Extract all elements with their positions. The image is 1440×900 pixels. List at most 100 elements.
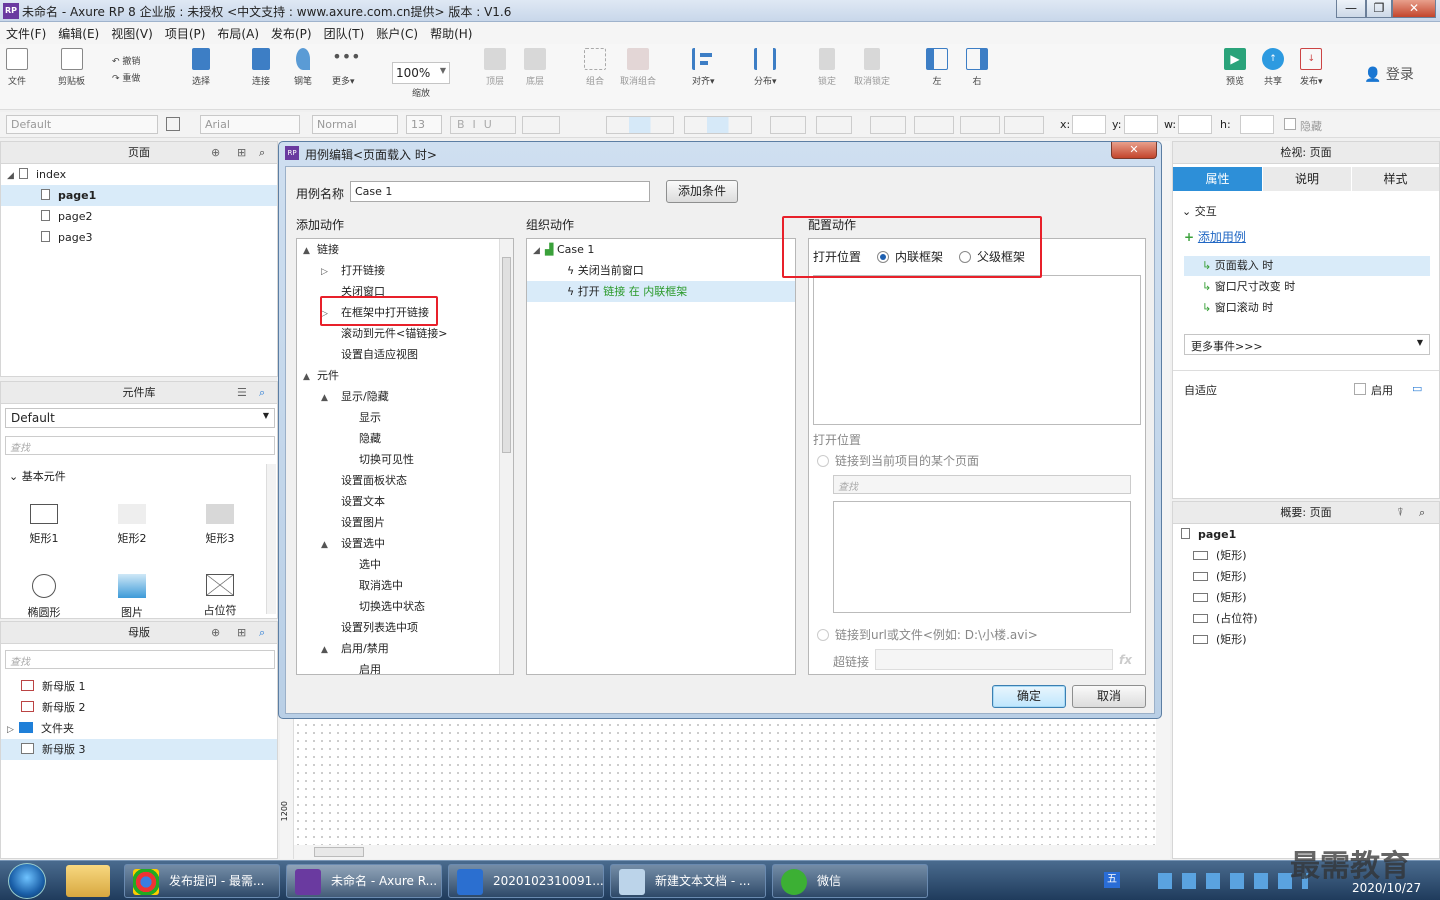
menu-publish[interactable]: 发布(P) [271, 25, 312, 42]
outline-item[interactable]: (矩形) [1173, 587, 1439, 608]
style-editor-icon[interactable] [166, 117, 180, 131]
menu-edit[interactable]: 编辑(E) [58, 25, 99, 42]
widget-ellipse[interactable]: 椭圆形 [14, 574, 74, 620]
page-tree-root[interactable]: ◢ index [1, 164, 277, 185]
vertical-align-buttons[interactable] [684, 116, 752, 134]
add-folder-icon[interactable]: ⊞ [237, 622, 246, 644]
tab-notes[interactable]: 说明 [1263, 167, 1351, 191]
action-item[interactable]: 隐藏 [297, 428, 513, 449]
action-item[interactable]: 设置图片 [297, 512, 513, 533]
case-node[interactable]: ◢ ▟ Case 1 [527, 239, 795, 260]
organized-action-close-window[interactable]: ϟ 关闭当前窗口 [527, 260, 795, 281]
ungroup-button[interactable]: 取消组合 [620, 48, 656, 87]
case-name-input[interactable]: Case 1 [350, 181, 650, 202]
widget-image[interactable]: 图片 [102, 574, 162, 620]
ok-button[interactable]: 确定 [992, 685, 1066, 708]
action-item[interactable]: ▲ 启用/禁用 [297, 638, 513, 659]
taskbar-item[interactable]: 新建文本文档 - ... [610, 864, 766, 898]
add-master-icon[interactable]: ⊕ [211, 622, 220, 644]
action-item[interactable]: 显示 [297, 407, 513, 428]
left-panel-button[interactable]: 左 [926, 48, 948, 87]
page-list[interactable] [833, 501, 1131, 613]
interaction-section[interactable]: ⌄ 交互 [1182, 203, 1217, 219]
basic-widgets-group[interactable]: ⌄ 基本元件 [9, 468, 66, 484]
canvas-horizontal-scrollbar[interactable] [294, 845, 1170, 859]
taskbar-item[interactable]: 2020102310091... [448, 864, 604, 898]
search-icon[interactable]: ⌕ [1419, 502, 1425, 524]
library-select[interactable]: Default ▼ [5, 408, 275, 428]
dialog-close-button[interactable]: ✕ [1111, 142, 1157, 159]
ime-icon[interactable]: 五 [1104, 872, 1120, 888]
action-item[interactable]: 设置自适应视图 [297, 344, 513, 365]
action-item[interactable]: ▲ 链接 [297, 239, 513, 260]
action-item[interactable]: ▲ 显示/隐藏 [297, 386, 513, 407]
unlock-button[interactable]: 取消锁定 [854, 48, 890, 87]
search-icon[interactable]: ⌕ [259, 622, 265, 644]
connect-tool[interactable]: 连接 [252, 48, 270, 87]
menu-view[interactable]: 视图(V) [111, 25, 153, 42]
add-case-link[interactable]: + 添加用例 [1184, 228, 1246, 245]
event-window-scroll[interactable]: ↳ 窗口滚动 时 [1184, 298, 1430, 318]
frame-list[interactable] [813, 275, 1141, 425]
outline-item[interactable]: (矩形) [1173, 566, 1439, 587]
menu-icon[interactable]: ☰ [237, 382, 247, 404]
page-item-page1[interactable]: page1 [1, 185, 277, 206]
page-search-input[interactable]: 查找 [833, 475, 1131, 494]
library-scrollbar[interactable] [266, 464, 276, 614]
masters-search-input[interactable]: 查找 [5, 650, 275, 669]
event-window-resize[interactable]: ↳ 窗口尺寸改变 时 [1184, 277, 1430, 297]
action-tree-scrollbar[interactable] [499, 239, 513, 674]
text-align-buttons[interactable] [606, 116, 674, 134]
master-item[interactable]: 新母版 3 [1, 739, 277, 760]
widget-rectangle2[interactable]: 矩形2 [102, 504, 162, 546]
event-page-load[interactable]: ↳ 页面载入 时 [1184, 256, 1430, 276]
action-item[interactable]: 设置列表选中项 [297, 617, 513, 638]
action-item[interactable]: 启用 [297, 659, 513, 674]
login-button[interactable]: 👤 登录 [1364, 64, 1414, 84]
menu-arrange[interactable]: 布局(A) [217, 25, 259, 42]
cancel-button[interactable]: 取消 [1072, 685, 1146, 708]
start-button[interactable] [8, 863, 46, 899]
font-select[interactable]: Arial [200, 115, 300, 134]
page-item-page3[interactable]: page3 [1, 227, 277, 248]
search-icon[interactable]: ⌕ [259, 142, 265, 164]
taskbar-item[interactable]: 未命名 - Axure R... [286, 864, 442, 898]
widget-placeholder[interactable]: 占位符 [190, 574, 250, 618]
organized-action-open-link-frame[interactable]: ϟ 打开 链接 在 内联框架 [527, 281, 795, 302]
text-style-buttons[interactable]: BIU [450, 116, 516, 134]
right-panel-button[interactable]: 右 [966, 48, 988, 87]
page-item-page2[interactable]: page2 [1, 206, 277, 227]
maximize-button[interactable]: ❐ [1366, 0, 1392, 18]
library-search-input[interactable]: 查找 [5, 436, 275, 455]
minimize-button[interactable]: — [1336, 0, 1366, 18]
widget-rectangle1[interactable]: 矩形1 [14, 504, 74, 546]
clipboard-tool[interactable]: 剪贴板 [58, 48, 85, 87]
y-input[interactable] [1124, 115, 1158, 134]
link-to-page-option[interactable]: 链接到当前项目的某个页面 [817, 452, 979, 469]
send-bottom-button[interactable]: 底层 [524, 48, 546, 87]
tab-properties[interactable]: 属性 [1173, 167, 1262, 191]
action-item[interactable]: 设置面板状态 [297, 470, 513, 491]
line-color-button[interactable] [870, 116, 906, 134]
more-tool[interactable]: ••• 更多▾ [332, 48, 361, 88]
action-item[interactable]: 滚动到元件<锚链接> [297, 323, 513, 344]
add-condition-button[interactable]: 添加条件 [666, 180, 738, 203]
explorer-icon[interactable] [66, 865, 110, 897]
menu-account[interactable]: 账户(C) [376, 25, 418, 42]
menu-file[interactable]: 文件(F) [6, 25, 46, 42]
arrow-style-button[interactable] [1004, 116, 1044, 134]
master-item[interactable]: 新母版 2 [1, 697, 277, 718]
w-input[interactable] [1178, 115, 1212, 134]
style-select[interactable]: Default [6, 115, 158, 134]
adaptive-settings-icon[interactable]: ▭ [1412, 382, 1422, 395]
x-input[interactable] [1072, 115, 1106, 134]
action-item[interactable]: ▷ 打开链接 [297, 260, 513, 281]
hide-checkbox[interactable] [1284, 118, 1296, 130]
shadow-button[interactable] [816, 116, 852, 134]
h-input[interactable] [1240, 115, 1274, 134]
more-events-select[interactable]: 更多事件>>> ▼ [1184, 334, 1430, 355]
action-item[interactable]: 切换可见性 [297, 449, 513, 470]
group-button[interactable]: 组合 [584, 48, 606, 87]
menu-project[interactable]: 项目(P) [165, 25, 206, 42]
taskbar-item[interactable]: 发布提问 - 最需... [124, 864, 280, 898]
